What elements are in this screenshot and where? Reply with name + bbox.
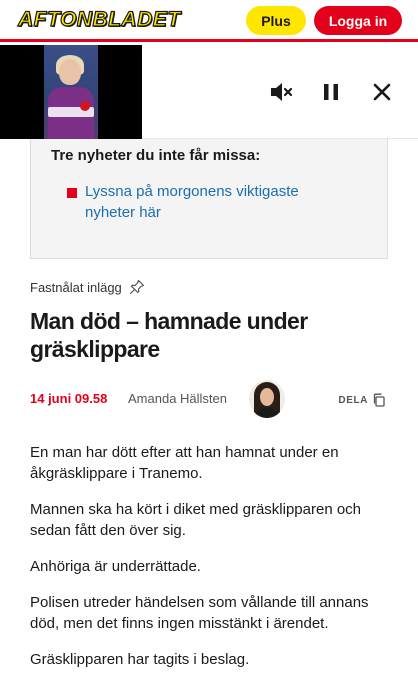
avatar-face [260, 388, 274, 406]
pinned-text: Fastnålat inlägg [30, 279, 122, 295]
promo-link[interactable]: Lyssna på morgonens viktigaste nyheter h… [85, 181, 345, 223]
plus-button[interactable]: Plus [246, 6, 306, 35]
author-avatar[interactable] [249, 380, 285, 418]
video-person-head [59, 59, 81, 85]
pinned-label: Fastnålat inlägg [30, 279, 145, 295]
author-name[interactable]: Amanda Hällsten [128, 391, 227, 406]
copy-icon [373, 393, 385, 407]
article-paragraph: En man har dött efter att han hamnat und… [30, 444, 339, 482]
promo-bullet-square [67, 188, 77, 198]
promo-title: Tre nyheter du inte får missa: [51, 147, 261, 164]
article-paragraph: Polisen utreder händelsen som vållande t… [30, 594, 369, 632]
publish-date: 14 juni 09.58 [30, 391, 108, 406]
article-headline: Man död – hamnade under gräsklippare [30, 308, 308, 362]
close-icon[interactable] [369, 79, 395, 105]
video-frame [44, 45, 98, 139]
login-button[interactable]: Logga in [314, 6, 402, 35]
video-thumbnail[interactable] [0, 45, 142, 139]
sticky-video-player [0, 45, 418, 139]
article-body: En man har dött efter att han hamnat und… [30, 442, 388, 685]
site-header: AFTONBLADET Plus Logga in [0, 0, 418, 42]
logo-text: AFTONBLADET [17, 7, 181, 31]
pause-icon[interactable] [318, 79, 344, 105]
share-button[interactable]: DELA [338, 393, 385, 407]
article-byline: 14 juni 09.58 Amanda Hällsten DELA [30, 380, 388, 420]
pin-icon [129, 279, 144, 295]
article-paragraph: Mannen ska ha kört i diket med gräsklipp… [30, 501, 362, 539]
article-paragraph: Gräsklipparen har tagits i beslag. [30, 651, 250, 668]
promo-box: Tre nyheter du inte får missa: Lyssna på… [30, 139, 388, 259]
share-label: DELA [338, 394, 368, 406]
aftonbladet-logo[interactable]: AFTONBLADET [14, 7, 185, 33]
video-microphone [80, 101, 90, 111]
avatar-body [255, 408, 279, 418]
article-paragraph: Anhöriga är underrättade. [30, 558, 201, 575]
speaker-muted-icon[interactable] [268, 79, 294, 105]
